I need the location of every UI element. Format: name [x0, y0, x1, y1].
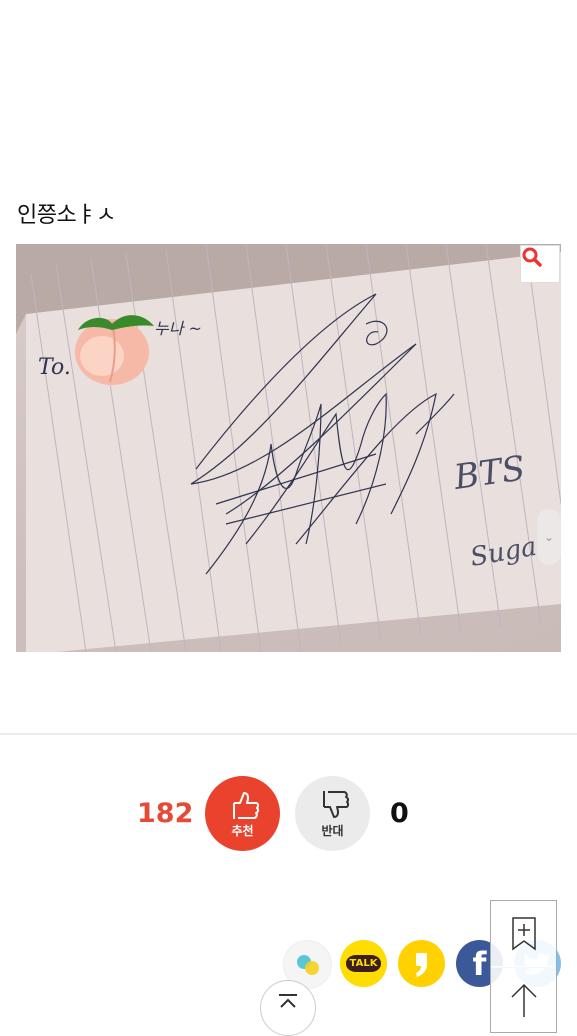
zoom-button[interactable] [520, 245, 560, 283]
share-kakaostory-button[interactable] [398, 940, 445, 987]
chevron-down-icon: ⌄ [543, 530, 555, 544]
handwriting-noona: 누나 ~ [154, 319, 202, 338]
thumbs-up-icon [232, 791, 259, 819]
facebook-icon: f [472, 944, 487, 983]
post-image[interactable]: To. 누나 ~ BTS Suga [16, 244, 561, 652]
bookmark-add-icon [511, 917, 536, 951]
kakaotalk-icon: TALK [345, 955, 382, 972]
thumbs-down-icon [322, 790, 349, 818]
upvote-button[interactable]: 추천 [205, 776, 280, 851]
image-scroll-handle[interactable]: ⌄ [537, 509, 561, 565]
post-caption: 인쯩소ㅑㅅ [17, 203, 116, 228]
downvote-button[interactable]: 반대 [295, 776, 370, 851]
downvote-label: 반대 [321, 823, 344, 838]
arrow-up-icon [510, 983, 537, 1017]
downvote-count: 0 [390, 798, 409, 829]
scroll-top-button[interactable] [260, 980, 316, 1036]
upvote-count: 182 [137, 798, 194, 829]
upvote-label: 추천 [231, 823, 254, 838]
bookmark-add-button[interactable] [490, 900, 557, 968]
handwriting-to: To. [38, 355, 71, 380]
chevron-up-double-icon [279, 994, 297, 1008]
magnifier-icon [522, 247, 542, 267]
band-icon [296, 954, 319, 975]
content-divider [0, 733, 577, 735]
kakaostory-icon [415, 952, 427, 977]
signed-note-drawing: To. 누나 ~ BTS Suga [16, 244, 561, 652]
scroll-up-button[interactable] [490, 966, 557, 1033]
share-kakaotalk-button[interactable]: TALK [340, 940, 387, 987]
